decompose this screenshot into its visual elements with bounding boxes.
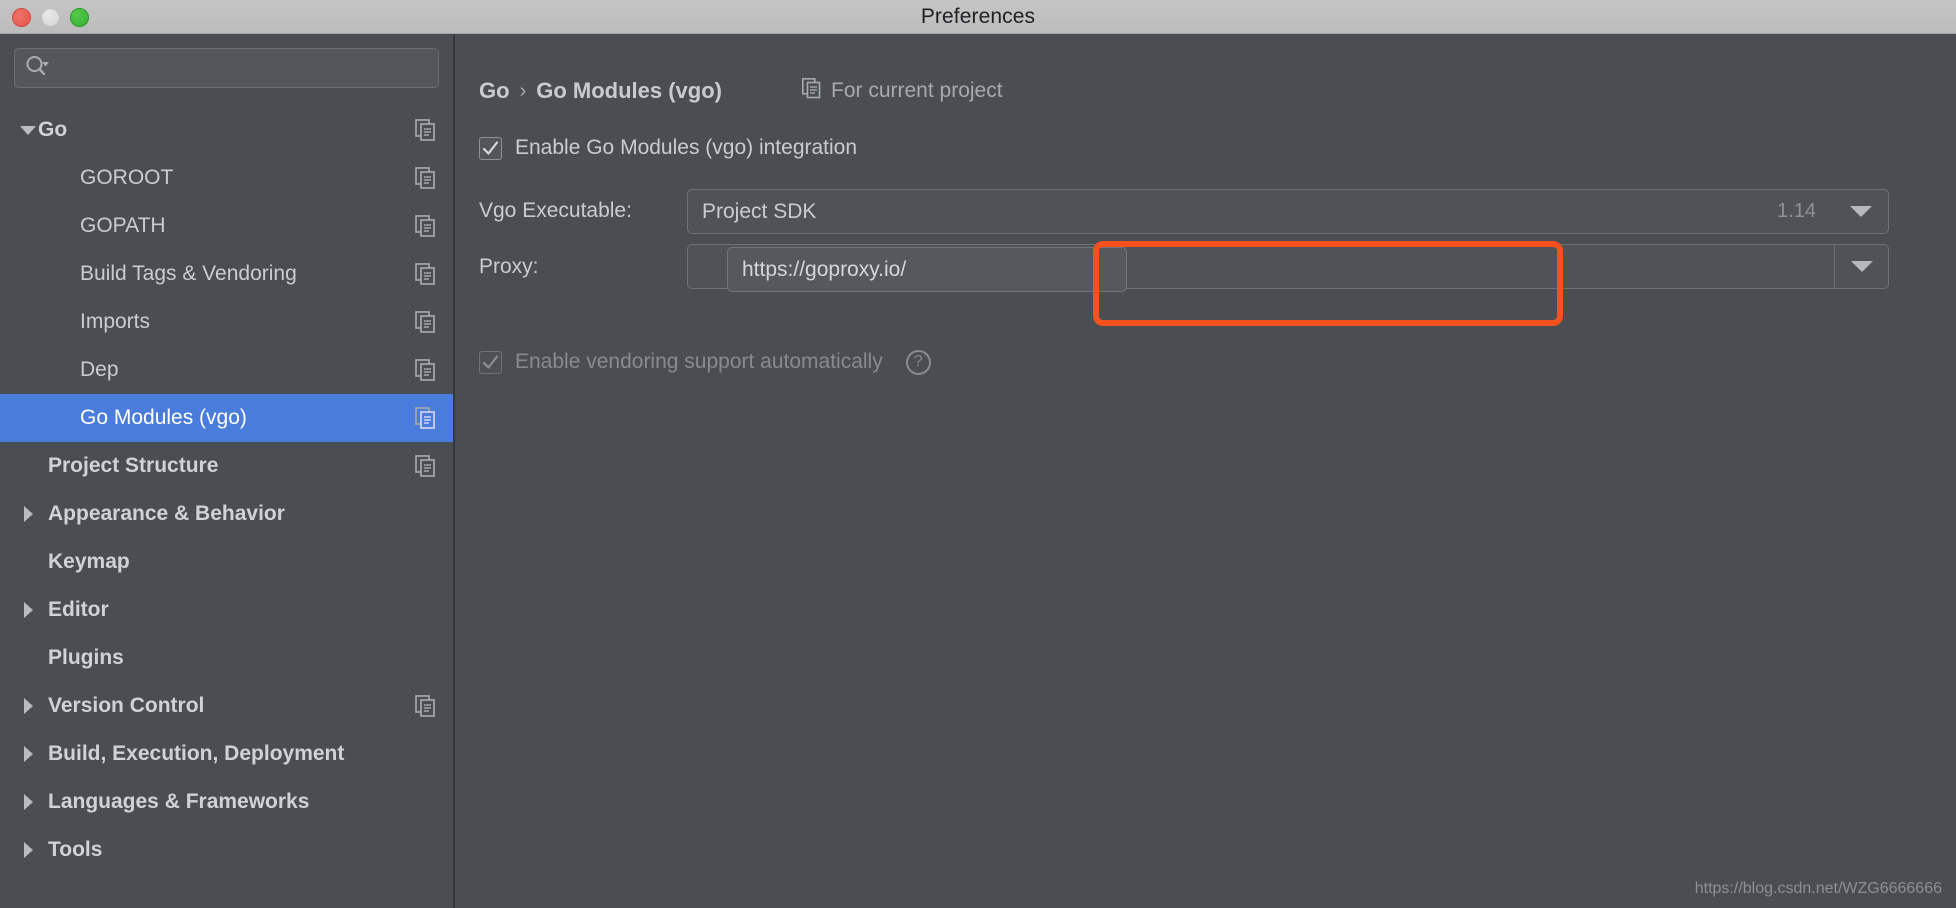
- search-input[interactable]: [51, 59, 428, 77]
- sidebar-item-label: Dep: [80, 358, 119, 381]
- for-current-project-label: For current project: [831, 79, 1003, 102]
- sidebar-item-label: Project Structure: [48, 454, 219, 477]
- sidebar-item-languages-frameworks[interactable]: Languages & Frameworks: [0, 778, 453, 826]
- vgo-executable-version: 1.14: [1777, 200, 1816, 222]
- breadcrumb: Go › Go Modules (vgo) For current projec…: [479, 76, 1956, 106]
- sidebar-item-dep[interactable]: Dep: [0, 346, 453, 394]
- sidebar-item-build-execution-deployment[interactable]: Build, Execution, Deployment: [0, 730, 453, 778]
- search-area: [0, 48, 453, 98]
- window-body: Go GOROOT GOPATH Build Tags & Vendoring Impo…: [0, 34, 1956, 908]
- sidebar-item-keymap[interactable]: Keymap: [0, 538, 453, 586]
- sidebar-item-go[interactable]: Go: [0, 106, 453, 154]
- maximize-window-button[interactable]: [70, 7, 89, 27]
- chevron-right-icon[interactable]: [18, 746, 38, 762]
- sidebar-item-label: Go: [38, 118, 68, 141]
- minimize-window-button[interactable]: [41, 7, 60, 27]
- vendoring-checkbox[interactable]: [479, 350, 502, 374]
- chevron-right-icon[interactable]: [18, 506, 38, 522]
- chevron-right-icon[interactable]: [18, 794, 38, 810]
- breadcrumb-separator-icon: ›: [519, 79, 527, 102]
- settings-sidebar: Go GOROOT GOPATH Build Tags & Vendoring Impo…: [0, 34, 455, 908]
- copy-icon[interactable]: [415, 263, 437, 285]
- sidebar-item-build-tags-vendoring[interactable]: Build Tags & Vendoring: [0, 250, 453, 298]
- copy-icon[interactable]: [415, 167, 437, 189]
- enable-go-modules-label: Enable Go Modules (vgo) integration: [515, 136, 858, 159]
- proxy-dropdown-arrow[interactable]: [1834, 245, 1888, 288]
- chevron-down-icon[interactable]: [18, 125, 38, 135]
- sidebar-item-editor[interactable]: Editor: [0, 586, 453, 634]
- vgo-executable-value: Project SDK: [702, 199, 817, 223]
- copy-icon[interactable]: [415, 407, 437, 429]
- sidebar-item-imports[interactable]: Imports: [0, 298, 453, 346]
- traffic-light-buttons: [12, 0, 89, 34]
- proxy-value: https://goproxy.io/: [742, 257, 907, 281]
- preferences-window: Preferences Go GOROOT GOPATH Build Tags &: [0, 0, 1956, 908]
- vgo-executable-label: Vgo Executable:: [479, 199, 632, 222]
- vendoring-label: Enable vendoring support automatically: [515, 350, 883, 373]
- sidebar-item-label: GOROOT: [80, 166, 174, 189]
- sidebar-item-tools[interactable]: Tools: [0, 826, 453, 874]
- copy-icon[interactable]: [415, 695, 437, 717]
- sidebar-item-go-modules-vgo[interactable]: Go Modules (vgo): [0, 394, 453, 442]
- chevron-right-icon[interactable]: [18, 602, 38, 618]
- chevron-down-icon: [1850, 206, 1872, 217]
- vendoring-row[interactable]: Enable vendoring support automatically ?: [479, 346, 1956, 378]
- sidebar-item-label: Keymap: [48, 550, 130, 573]
- sidebar-item-label: GOPATH: [80, 214, 166, 237]
- sidebar-item-gopath[interactable]: GOPATH: [0, 202, 453, 250]
- copy-icon[interactable]: [415, 359, 437, 381]
- settings-detail-panel: Go › Go Modules (vgo) For current projec…: [455, 34, 1956, 908]
- sidebar-item-label: Version Control: [48, 694, 205, 717]
- sidebar-item-version-control[interactable]: Version Control: [0, 682, 453, 730]
- vgo-executable-combo[interactable]: Project SDK 1.14: [687, 189, 1889, 234]
- breadcrumb-root[interactable]: Go: [479, 78, 510, 104]
- sidebar-item-label: Imports: [80, 310, 151, 333]
- sidebar-item-appearance-behavior[interactable]: Appearance & Behavior: [0, 490, 453, 538]
- settings-tree: Go GOROOT GOPATH Build Tags & Vendoring Impo…: [0, 106, 453, 874]
- copy-icon: [802, 78, 822, 104]
- copy-icon[interactable]: [415, 119, 437, 141]
- title-bar: Preferences: [0, 0, 1956, 34]
- sidebar-item-label: Build Tags & Vendoring: [80, 262, 297, 285]
- breadcrumb-current: Go Modules (vgo): [536, 78, 722, 103]
- sidebar-item-label: Tools: [48, 838, 103, 861]
- vgo-executable-dropdown-arrow[interactable]: [1834, 206, 1888, 217]
- chevron-down-icon: [1850, 261, 1873, 272]
- search-box[interactable]: [14, 48, 439, 88]
- sidebar-item-label: Languages & Frameworks: [48, 790, 310, 813]
- copy-icon[interactable]: [415, 215, 437, 237]
- sidebar-item-label: Editor: [48, 598, 109, 621]
- sidebar-item-plugins[interactable]: Plugins: [0, 634, 453, 682]
- sidebar-item-goroot[interactable]: GOROOT: [0, 154, 453, 202]
- chevron-right-icon[interactable]: [18, 842, 38, 858]
- chevron-right-icon[interactable]: [18, 698, 38, 714]
- watermark: https://blog.csdn.net/WZG6666666: [1694, 880, 1942, 897]
- sidebar-item-project-structure[interactable]: Project Structure: [0, 442, 453, 490]
- sidebar-item-label: Plugins: [48, 646, 124, 669]
- copy-icon[interactable]: [415, 311, 437, 333]
- sidebar-item-label: Go Modules (vgo): [80, 406, 247, 429]
- vendoring-help-icon[interactable]: ?: [905, 349, 931, 375]
- copy-icon[interactable]: [415, 455, 437, 477]
- search-icon: [25, 55, 51, 82]
- proxy-input[interactable]: https://goproxy.io/: [727, 247, 1127, 292]
- proxy-label: Proxy:: [479, 255, 539, 278]
- window-title: Preferences: [920, 4, 1036, 28]
- vendoring-help-glyph: ?: [913, 353, 923, 370]
- sidebar-item-label: Build, Execution, Deployment: [48, 742, 345, 765]
- enable-go-modules-checkbox[interactable]: [479, 136, 502, 160]
- close-window-button[interactable]: [12, 7, 31, 27]
- sidebar-item-label: Appearance & Behavior: [48, 502, 285, 525]
- enable-go-modules-row[interactable]: Enable Go Modules (vgo) integration: [479, 132, 1956, 164]
- for-current-project[interactable]: For current project: [802, 78, 1003, 104]
